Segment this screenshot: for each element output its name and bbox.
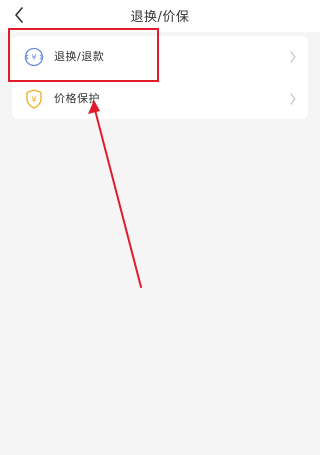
top-bar: 退换/价保 — [0, 0, 320, 32]
exchange-refund-icon: ¥ — [24, 47, 44, 67]
page: 退换/价保 ¥ 退换/退款 ¥ 价格保护 — [0, 0, 320, 455]
price-protect-shield-icon: ¥ — [26, 89, 42, 109]
menu-item-label: 退换/退款 — [54, 50, 105, 63]
svg-text:¥: ¥ — [31, 96, 37, 106]
menu-item-exchange-refund[interactable]: ¥ 退换/退款 — [12, 36, 308, 77]
menu-item-price-protection[interactable]: ¥ 价格保护 — [12, 78, 308, 119]
options-card: ¥ 退换/退款 ¥ 价格保护 — [12, 36, 308, 119]
chevron-right-icon — [290, 51, 296, 63]
chevron-right-icon — [290, 93, 296, 105]
svg-text:¥: ¥ — [31, 53, 36, 62]
menu-item-label: 价格保护 — [54, 92, 100, 105]
page-title: 退换/价保 — [130, 10, 190, 25]
